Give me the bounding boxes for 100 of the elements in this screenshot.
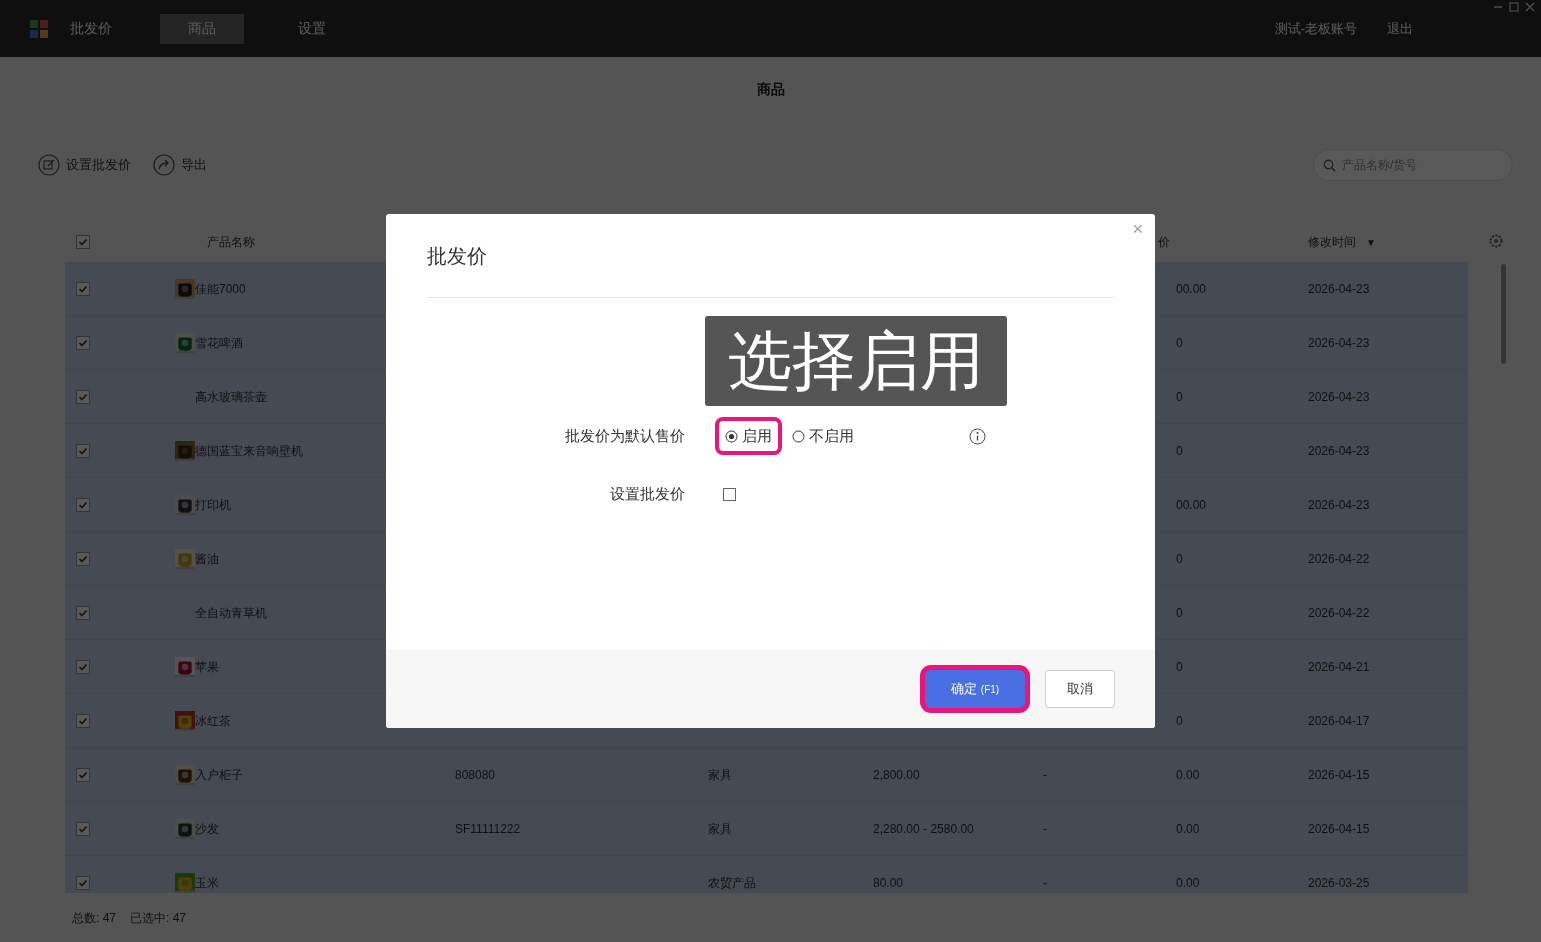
checkmark-icon bbox=[78, 553, 88, 564]
radio-option[interactable]: 启用 bbox=[715, 417, 782, 455]
checkbox[interactable] bbox=[76, 767, 90, 782]
table-cell: SF11111222 bbox=[455, 821, 521, 836]
table-cell: 0 bbox=[1176, 443, 1183, 458]
table-cell: 佳能7000 bbox=[195, 281, 246, 296]
checkmark-icon bbox=[78, 499, 88, 510]
table-cell: 2026-04-23 bbox=[1308, 281, 1370, 296]
checkmark-icon bbox=[78, 769, 88, 780]
table-cell: 0 bbox=[1176, 713, 1183, 728]
checkbox[interactable] bbox=[76, 821, 90, 836]
checkmark-icon bbox=[78, 823, 88, 834]
table-cell: 0 bbox=[1176, 605, 1183, 620]
close-icon[interactable] bbox=[1525, 2, 1535, 12]
checkmark-icon bbox=[78, 661, 88, 672]
total-count: 总数: 47 bbox=[72, 909, 116, 927]
checkbox[interactable] bbox=[76, 443, 90, 458]
logo-icon bbox=[30, 19, 48, 38]
radio-icon bbox=[725, 429, 738, 443]
table-cell: 2026-04-17 bbox=[1308, 713, 1370, 728]
table-cell: - bbox=[1043, 875, 1047, 890]
table-cell: 2026-04-23 bbox=[1308, 389, 1370, 404]
table-cell: 0 bbox=[1176, 659, 1183, 674]
checkmark-icon bbox=[78, 237, 88, 247]
table-cell: 2026-04-23 bbox=[1308, 335, 1370, 350]
checkbox[interactable] bbox=[76, 551, 90, 566]
table-cell: 2026-04-21 bbox=[1308, 659, 1370, 674]
sort-arrow[interactable]: ▼ bbox=[1366, 234, 1376, 250]
edit-icon bbox=[38, 154, 60, 176]
table-cell: 2026-04-15 bbox=[1308, 821, 1370, 836]
table-cell: 家具 bbox=[708, 821, 732, 836]
table-cell: 农贸产品 bbox=[708, 875, 756, 890]
dialog-title: 批发价 bbox=[427, 243, 487, 269]
table-cell: 00.00 bbox=[1176, 281, 1207, 296]
table-cell: 入户柜子 bbox=[195, 767, 243, 782]
checkmark-icon bbox=[78, 607, 88, 618]
logout-link[interactable]: 退出 bbox=[1387, 18, 1413, 39]
column-header: 产品名称 bbox=[207, 235, 255, 249]
selected-count: 已选中: 47 bbox=[130, 909, 187, 927]
table-cell: 808080 bbox=[455, 767, 496, 782]
table-cell: 2026-04-23 bbox=[1308, 497, 1370, 512]
close-button[interactable]: × bbox=[1132, 220, 1143, 238]
table-cell: 2026-04-15 bbox=[1308, 767, 1370, 782]
checkbox[interactable] bbox=[76, 497, 90, 512]
table-cell: 沙发 bbox=[195, 821, 219, 836]
table-cell: 2026-03-25 bbox=[1308, 875, 1370, 890]
checkbox[interactable] bbox=[76, 235, 90, 249]
checkbox[interactable] bbox=[76, 659, 90, 674]
table-cell: 苹果 bbox=[195, 659, 219, 674]
table-cell: 0.00 bbox=[1176, 821, 1200, 836]
checkmark-icon bbox=[78, 337, 88, 348]
toolbar-button[interactable]: 设置批发价 bbox=[38, 154, 131, 176]
table-cell: 2026-04-22 bbox=[1308, 605, 1370, 620]
annotation-label: 选择启用 bbox=[705, 316, 1007, 406]
table-cell: 2,280.00 - 2580.00 bbox=[873, 821, 974, 836]
column-header[interactable]: 修改时间 bbox=[1308, 233, 1356, 251]
checkmark-icon bbox=[78, 715, 88, 726]
table-cell: - bbox=[1043, 821, 1047, 836]
table-cell: 80.00 bbox=[873, 875, 904, 890]
toolbar-button[interactable]: 导出 bbox=[153, 154, 207, 176]
table-cell: 0 bbox=[1176, 551, 1183, 566]
table-cell: 2,800.00 bbox=[873, 767, 920, 782]
checkbox[interactable] bbox=[723, 487, 736, 501]
search-icon bbox=[1323, 159, 1336, 172]
table-cell: 0.00 bbox=[1176, 767, 1200, 782]
table-cell: 冰红茶 bbox=[195, 713, 231, 728]
app-title: 批发价 bbox=[70, 19, 112, 38]
checkbox[interactable] bbox=[76, 713, 90, 728]
checkbox[interactable] bbox=[76, 335, 90, 350]
table-cell: 00.00 bbox=[1176, 497, 1207, 512]
info-icon[interactable] bbox=[969, 427, 986, 445]
column-header: 价 bbox=[1158, 235, 1170, 249]
table-cell: 2026-04-23 bbox=[1308, 443, 1370, 458]
table-cell: 0 bbox=[1176, 335, 1183, 350]
table-cell: 玉米 bbox=[195, 875, 219, 890]
table-cell: 家具 bbox=[708, 767, 732, 782]
checkbox[interactable] bbox=[76, 389, 90, 404]
checkmark-icon bbox=[78, 877, 88, 888]
checkbox[interactable] bbox=[76, 875, 90, 890]
scrollbar[interactable] bbox=[1501, 264, 1506, 364]
table-cell: 0 bbox=[1176, 389, 1183, 404]
table-cell: 酱油 bbox=[195, 551, 219, 566]
share-icon bbox=[153, 154, 175, 176]
checkmark-icon bbox=[78, 445, 88, 456]
radio-option[interactable]: 不启用 bbox=[782, 417, 864, 455]
checkbox[interactable] bbox=[76, 605, 90, 620]
cancel-button[interactable]: 取消 bbox=[1045, 670, 1115, 708]
table-cell: 打印机 bbox=[195, 497, 231, 512]
user-name: 测试-老板账号 bbox=[1274, 19, 1357, 38]
field-label: 设置批发价 bbox=[610, 485, 685, 502]
checkmark-icon bbox=[78, 391, 88, 402]
page-title: 商品 bbox=[756, 80, 785, 99]
checkbox[interactable] bbox=[76, 281, 90, 296]
table-cell: 2026-04-22 bbox=[1308, 551, 1370, 566]
settings-icon[interactable] bbox=[1489, 234, 1503, 248]
maximize-icon[interactable] bbox=[1509, 2, 1519, 12]
table-cell: 全自动青草机 bbox=[195, 605, 267, 620]
table-cell: 高水玻璃茶壶 bbox=[195, 389, 267, 404]
radio-icon bbox=[792, 429, 805, 443]
checkmark-icon bbox=[78, 283, 88, 294]
